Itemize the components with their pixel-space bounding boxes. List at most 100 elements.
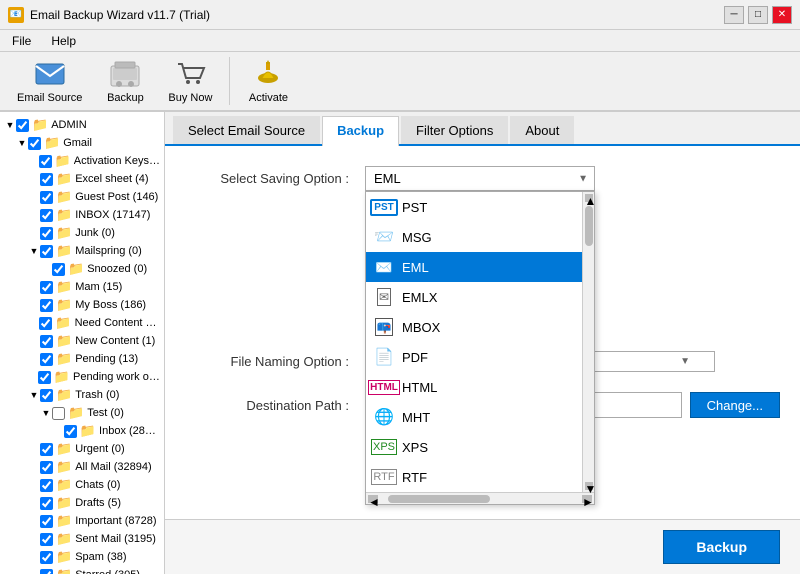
dropdown-option-emlx[interactable]: ✉ EMLX: [366, 282, 582, 312]
tree-item-drafts[interactable]: 📁Drafts (5): [0, 494, 164, 512]
tab-select-email-source[interactable]: Select Email Source: [173, 116, 320, 144]
dropdown-option-pst[interactable]: PST PST: [366, 192, 582, 222]
dropdown-option-eml[interactable]: ✉️ EML: [366, 252, 582, 282]
title-bar-buttons[interactable]: ─ □ ✕: [724, 6, 792, 24]
tab-filter-options[interactable]: Filter Options: [401, 116, 508, 144]
minimize-button[interactable]: ─: [724, 6, 744, 24]
tree-checkbox-pending[interactable]: [40, 353, 53, 366]
tree-item-admin[interactable]: ▼📁ADMIN: [0, 116, 164, 134]
tree-item-pending[interactable]: 📁Pending (13): [0, 350, 164, 368]
menu-file[interactable]: File: [8, 32, 35, 50]
tree-checkbox-inbox2[interactable]: [64, 425, 77, 438]
tree-checkbox-guest-post[interactable]: [40, 191, 53, 204]
tab-backup[interactable]: Backup: [322, 116, 399, 146]
menu-help[interactable]: Help: [47, 32, 80, 50]
tree-item-inbox2[interactable]: 📁Inbox (2895): [0, 422, 164, 440]
dropdown-option-pdf[interactable]: 📄 PDF: [366, 342, 582, 372]
backup-button[interactable]: Backup: [663, 530, 780, 564]
email-source-icon: [34, 58, 66, 90]
tree-checkbox-activation-keys[interactable]: [39, 155, 52, 168]
tree-checkbox-trash[interactable]: [40, 389, 53, 402]
tree-checkbox-junk[interactable]: [40, 227, 53, 240]
tree-item-spam[interactable]: 📁Spam (38): [0, 548, 164, 566]
tree-item-my-boss[interactable]: 📁My Boss (186): [0, 296, 164, 314]
buy-now-button[interactable]: Buy Now: [159, 55, 221, 107]
email-source-button[interactable]: Email Source: [8, 55, 91, 107]
tree-item-new-content[interactable]: 📁New Content (1): [0, 332, 164, 350]
saving-option-dropdown-list[interactable]: PST PST 📨 MSG ✉️ EML ✉ EMLX 📪 MBOX 📄 PDF…: [365, 191, 595, 505]
tree-item-sent-mail[interactable]: 📁Sent Mail (3195): [0, 530, 164, 548]
tree-item-guest-post[interactable]: 📁Guest Post (146): [0, 188, 164, 206]
tree-toggle-test[interactable]: ▼: [40, 407, 52, 419]
option-label-mbox: MBOX: [402, 320, 440, 335]
buy-now-label: Buy Now: [168, 92, 212, 104]
tree-checkbox-test[interactable]: [52, 407, 65, 420]
tree-item-starred[interactable]: 📁Starred (305): [0, 566, 164, 574]
tree-item-mam[interactable]: 📁Mam (15): [0, 278, 164, 296]
tree-checkbox-excel-sheet[interactable]: [40, 173, 53, 186]
tree-checkbox-chats[interactable]: [40, 479, 53, 492]
saving-option-display[interactable]: EML: [365, 166, 595, 191]
dropdown-option-html[interactable]: HTML HTML: [366, 372, 582, 402]
option-icon-pdf: 📄: [374, 347, 394, 367]
tree-item-gmail[interactable]: ▼📁Gmail: [0, 134, 164, 152]
file-naming-label: File Naming Option :: [185, 354, 365, 369]
tree-checkbox-snoozed[interactable]: [52, 263, 65, 276]
tree-checkbox-sent-mail[interactable]: [40, 533, 53, 546]
activate-button[interactable]: Activate: [238, 55, 298, 107]
left-panel[interactable]: ▼📁ADMIN▼📁Gmail📁Activation Keys (36)📁Exce…: [0, 112, 165, 574]
dropdown-option-rtf[interactable]: RTF RTF: [366, 462, 582, 492]
backup-toolbar-button[interactable]: Backup: [95, 55, 155, 107]
tree-checkbox-starred[interactable]: [40, 569, 53, 574]
close-button[interactable]: ✕: [772, 6, 792, 24]
tree-checkbox-urgent[interactable]: [40, 443, 53, 456]
dropdown-option-msg[interactable]: 📨 MSG: [366, 222, 582, 252]
tree-checkbox-new-content[interactable]: [40, 335, 53, 348]
dropdown-option-xps[interactable]: XPS XPS: [366, 432, 582, 462]
tree-item-all-mail[interactable]: 📁All Mail (32894): [0, 458, 164, 476]
tree-checkbox-spam[interactable]: [40, 551, 53, 564]
tree-item-mailspring[interactable]: ▼📁Mailspring (0): [0, 242, 164, 260]
main-container: ▼📁ADMIN▼📁Gmail📁Activation Keys (36)📁Exce…: [0, 112, 800, 574]
folder-icon-gmail: 📁: [44, 135, 60, 151]
tree-label-junk: Junk (0): [75, 227, 115, 239]
tree-item-snoozed[interactable]: 📁Snoozed (0): [0, 260, 164, 278]
tree-item-activation-keys[interactable]: 📁Activation Keys (36): [0, 152, 164, 170]
dropdown-option-mbox[interactable]: 📪 MBOX: [366, 312, 582, 342]
option-icon-eml: ✉️: [374, 257, 394, 277]
maximize-button[interactable]: □: [748, 6, 768, 24]
tree-checkbox-gmail[interactable]: [28, 137, 41, 150]
toolbar: Email Source Backup Buy Now: [0, 52, 800, 112]
tree-checkbox-mam[interactable]: [40, 281, 53, 294]
tree-item-pending-work[interactable]: 📁Pending work of sir (2: [0, 368, 164, 386]
tree-item-junk[interactable]: 📁Junk (0): [0, 224, 164, 242]
tree-checkbox-mailspring[interactable]: [40, 245, 53, 258]
tree-checkbox-my-boss[interactable]: [40, 299, 53, 312]
tree-toggle-admin[interactable]: ▼: [4, 119, 16, 131]
tree-checkbox-need-content[interactable]: [39, 317, 52, 330]
folder-icon-new-content: 📁: [56, 333, 72, 349]
tree-checkbox-admin[interactable]: [16, 119, 29, 132]
change-button[interactable]: Change...: [690, 392, 780, 418]
tree-checkbox-drafts[interactable]: [40, 497, 53, 510]
tree-item-need-content[interactable]: 📁Need Content (11): [0, 314, 164, 332]
tree-checkbox-all-mail[interactable]: [40, 461, 53, 474]
tree-checkbox-pending-work[interactable]: [38, 371, 51, 384]
folder-icon-drafts: 📁: [56, 495, 72, 511]
tree-item-test[interactable]: ▼📁Test (0): [0, 404, 164, 422]
dropdown-option-mht[interactable]: 🌐 MHT: [366, 402, 582, 432]
tree-checkbox-inbox[interactable]: [40, 209, 53, 222]
tree-toggle-trash[interactable]: ▼: [28, 389, 40, 401]
tree-item-excel-sheet[interactable]: 📁Excel sheet (4): [0, 170, 164, 188]
tree-item-important[interactable]: 📁Important (8728): [0, 512, 164, 530]
folder-icon-trash: 📁: [56, 387, 72, 403]
tree-item-inbox[interactable]: 📁INBOX (17147): [0, 206, 164, 224]
tree-toggle-gmail[interactable]: ▼: [16, 137, 28, 149]
tab-about[interactable]: About: [510, 116, 574, 144]
folder-icon-test: 📁: [68, 405, 84, 421]
tree-checkbox-important[interactable]: [40, 515, 53, 528]
tree-item-urgent[interactable]: 📁Urgent (0): [0, 440, 164, 458]
tree-toggle-mailspring[interactable]: ▼: [28, 245, 40, 257]
tree-item-chats[interactable]: 📁Chats (0): [0, 476, 164, 494]
tree-item-trash[interactable]: ▼📁Trash (0): [0, 386, 164, 404]
